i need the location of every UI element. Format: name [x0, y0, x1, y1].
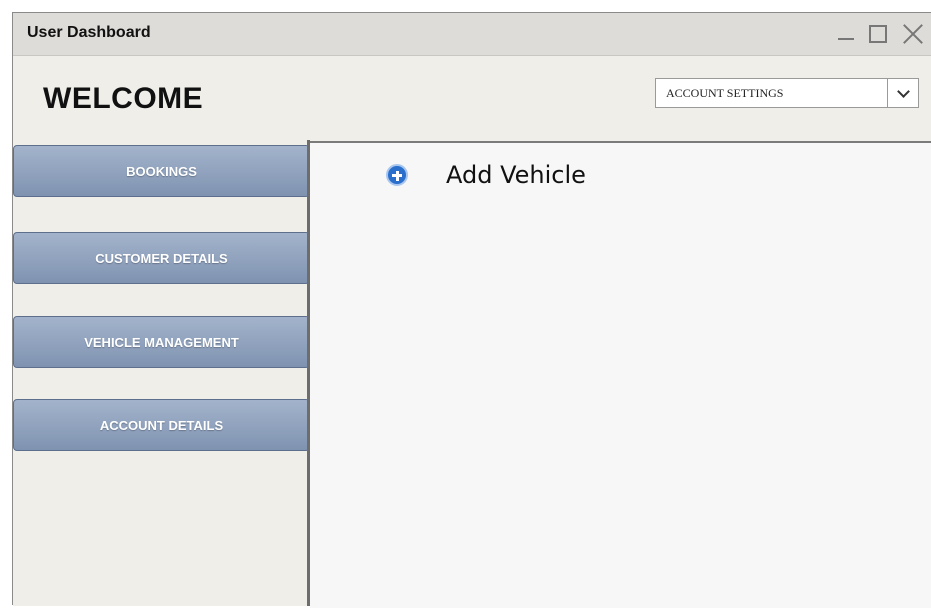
add-vehicle-label[interactable]: Add Vehicle: [446, 161, 586, 189]
close-button[interactable]: [897, 19, 931, 49]
account-settings-selected: ACCOUNT SETTINGS: [666, 85, 784, 100]
window-title: User Dashboard: [27, 24, 151, 41]
minimize-button[interactable]: [829, 19, 863, 49]
title-bar: User Dashboard: [13, 13, 931, 56]
customer-details-button[interactable]: CUSTOMER DETAILS: [13, 232, 310, 284]
plus-circle-icon[interactable]: [386, 164, 408, 186]
sidebar: BOOKINGS CUSTOMER DETAILS VEHICLE MANAGE…: [13, 140, 310, 606]
chevron-down-icon: [896, 84, 910, 98]
add-vehicle-action[interactable]: Add Vehicle: [386, 161, 586, 189]
vehicle-management-button[interactable]: VEHICLE MANAGEMENT: [13, 316, 310, 368]
maximize-button[interactable]: [863, 19, 897, 49]
account-settings-dropdown[interactable]: ACCOUNT SETTINGS: [655, 78, 919, 108]
welcome-heading: WELCOME: [43, 82, 204, 115]
minimize-icon: [838, 38, 854, 40]
maximize-icon: [869, 25, 887, 43]
bookings-button[interactable]: BOOKINGS: [13, 145, 310, 197]
header: WELCOME ACCOUNT SETTINGS: [13, 56, 931, 140]
window-controls: [829, 19, 931, 49]
app-window: User Dashboard WELCOME ACCOUNT SETTINGS …: [12, 12, 931, 608]
close-icon: [900, 21, 926, 47]
dropdown-toggle[interactable]: [887, 79, 918, 107]
main-content: Add Vehicle: [310, 141, 931, 608]
account-details-button[interactable]: ACCOUNT DETAILS: [13, 399, 310, 451]
